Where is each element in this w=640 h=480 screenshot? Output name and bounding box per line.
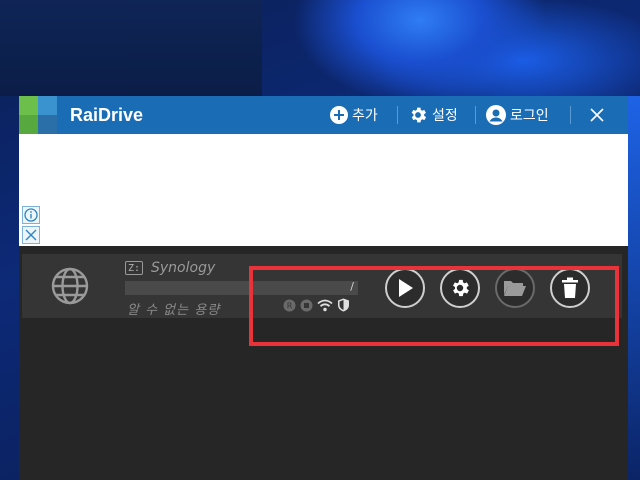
- close-icon: [590, 108, 604, 122]
- ad-close-button[interactable]: [22, 226, 40, 244]
- user-circle-icon: [486, 105, 506, 125]
- usage-text: 알 수 없는 용량: [127, 303, 221, 318]
- close-icon: [25, 229, 37, 241]
- raidrive-logo: [19, 96, 57, 134]
- login-button[interactable]: 로그인: [486, 104, 549, 126]
- desktop-background: [628, 96, 640, 480]
- desktop-background: [0, 0, 262, 96]
- title-bar: RaiDrive 추가 설정 로그인: [19, 96, 628, 134]
- plus-circle-icon: [330, 106, 348, 124]
- settings-label: 설정: [432, 108, 458, 124]
- ad-banner: [19, 134, 628, 246]
- drive-name: Synology: [151, 260, 216, 276]
- toolbar-divider: [475, 106, 476, 124]
- toolbar-divider: [397, 106, 398, 124]
- add-button[interactable]: 추가: [330, 104, 378, 126]
- info-icon: [24, 208, 38, 222]
- settings-button[interactable]: 설정: [408, 104, 458, 126]
- ad-info-button[interactable]: [22, 206, 40, 224]
- gear-icon: [411, 107, 427, 123]
- close-button[interactable]: [585, 104, 609, 126]
- drive-letter: Z:: [125, 261, 143, 275]
- toolbar-divider: [570, 106, 571, 124]
- add-label: 추가: [352, 108, 378, 124]
- globe-icon: [51, 267, 89, 305]
- app-title: RaiDrive: [70, 105, 144, 125]
- login-label: 로그인: [510, 108, 549, 124]
- highlight-box: [249, 266, 619, 346]
